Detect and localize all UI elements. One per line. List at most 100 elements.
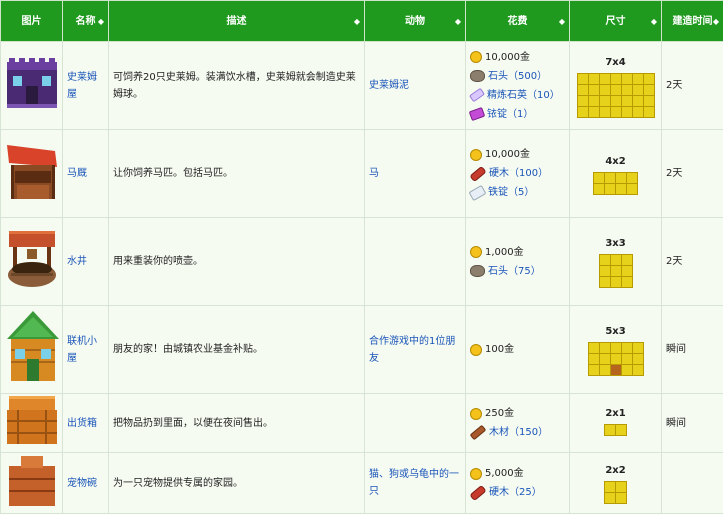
table-row: 联机小屋 朋友的家！由城镇农业基金补贴。 合作游戏中的1位朋友 100金 5x3… <box>1 306 723 394</box>
animals-cell: 猫、狗或乌龟中的一只 <box>365 453 466 514</box>
building-name-link[interactable]: 联机小屋 <box>67 336 97 364</box>
building-name-cell: 联机小屋 <box>63 306 109 394</box>
building-description: 可饲养20只史莱姆。装满饮水槽，史莱姆就会制造史莱姆球。 <box>113 72 356 100</box>
cost-item: 10,000金 <box>470 145 565 164</box>
cost-item: 铁锭（5） <box>470 183 565 202</box>
animals-link[interactable]: 合作游戏中的1位朋友 <box>369 336 455 364</box>
header-description[interactable]: 描述◆ <box>109 1 365 42</box>
cost-item: 250金 <box>470 404 565 423</box>
building-picture-cell <box>1 130 63 218</box>
building-description: 为一只宠物提供专属的家园。 <box>113 478 243 489</box>
header-size[interactable]: 尺寸◆ <box>570 1 662 42</box>
header-picture: 图片 <box>1 1 63 42</box>
building-name-link[interactable]: 出货箱 <box>67 418 97 429</box>
iridium-bar-icon[interactable] <box>469 107 486 121</box>
sort-icon[interactable]: ◆ <box>354 14 360 29</box>
table-row: 史莱姆屋 可饲养20只史莱姆。装满饮水槽，史莱姆就会制造史莱姆球。 史莱姆泥 1… <box>1 42 723 130</box>
cost-item: 10,000金 <box>470 48 565 67</box>
buildings-table: 图片 名称◆ 描述◆ 动物◆ 花费◆ 尺寸◆ 建造时间◆ <box>0 0 723 514</box>
build-time-cell: 2天 <box>662 130 723 218</box>
description-cell: 让你饲养马匹。包括马匹。 <box>109 130 365 218</box>
building-name-link[interactable]: 马厩 <box>67 168 87 179</box>
sort-icon[interactable]: ◆ <box>455 14 461 29</box>
building-name-cell: 出货箱 <box>63 394 109 453</box>
description-cell: 可饲养20只史莱姆。装满饮水槽，史莱姆就会制造史莱姆球。 <box>109 42 365 130</box>
description-cell: 用来重装你的喷壶。 <box>109 218 365 306</box>
cost-cell: 1,000金 石头（75） <box>466 218 570 306</box>
hardwood-icon[interactable] <box>469 484 486 500</box>
cost-cell: 10,000金 硬木（100） 铁锭（5） <box>466 130 570 218</box>
building-picture-cell <box>1 453 63 514</box>
table-row: 宠物碗 为一只宠物提供专属的家园。 猫、狗或乌龟中的一只 5,000金 硬木（2… <box>1 453 723 514</box>
table-row: 水井 用来重装你的喷壶。 1,000金 石头（75） 3x3 2天 <box>1 218 723 306</box>
refined-quartz-icon[interactable] <box>469 88 485 103</box>
slime-hutch-image[interactable] <box>5 56 59 110</box>
build-time-cell <box>662 453 723 514</box>
build-time-cell: 瞬间 <box>662 394 723 453</box>
description-cell: 朋友的家！由城镇农业基金补贴。 <box>109 306 365 394</box>
building-name-cell: 宠物碗 <box>63 453 109 514</box>
stable-image[interactable] <box>5 141 59 201</box>
size-label: 2x2 <box>574 462 657 479</box>
size-cell: 4x2 <box>570 130 662 218</box>
stone-icon[interactable] <box>470 265 485 277</box>
well-image[interactable] <box>5 229 59 289</box>
sort-icon[interactable]: ◆ <box>651 14 657 29</box>
gold-coin-icon <box>470 149 482 161</box>
header-row: 图片 名称◆ 描述◆ 动物◆ 花费◆ 尺寸◆ 建造时间◆ <box>1 1 723 42</box>
description-cell: 为一只宠物提供专属的家园。 <box>109 453 365 514</box>
header-build-time[interactable]: 建造时间◆ <box>662 1 723 42</box>
footprint-grid <box>593 172 638 195</box>
hardwood-icon[interactable] <box>469 165 486 181</box>
size-label: 7x4 <box>574 54 657 71</box>
building-picture-cell <box>1 394 63 453</box>
sort-icon[interactable]: ◆ <box>559 14 565 29</box>
cost-item: 硬木（100） <box>470 164 565 183</box>
size-label: 4x2 <box>574 153 657 170</box>
header-cost[interactable]: 花费◆ <box>466 1 570 42</box>
animals-link[interactable]: 猫、狗或乌龟中的一只 <box>369 469 459 497</box>
size-label: 5x3 <box>574 323 657 340</box>
size-label: 3x3 <box>574 235 657 252</box>
animals-cell: 史莱姆泥 <box>365 42 466 130</box>
building-name-cell: 史莱姆屋 <box>63 42 109 130</box>
building-description: 朋友的家！由城镇农业基金补贴。 <box>113 344 263 355</box>
gold-coin-icon <box>470 408 482 420</box>
building-name-link[interactable]: 宠物碗 <box>67 478 97 489</box>
iron-bar-icon[interactable] <box>469 184 487 200</box>
sort-icon[interactable]: ◆ <box>98 14 104 29</box>
cabin-image[interactable] <box>5 309 61 385</box>
build-time-cell: 2天 <box>662 42 723 130</box>
building-name-cell: 马厩 <box>63 130 109 218</box>
building-picture-cell <box>1 42 63 130</box>
cost-item: 石头（75） <box>470 262 565 281</box>
header-animals[interactable]: 动物◆ <box>365 1 466 42</box>
cost-item: 石头（500） <box>470 67 565 86</box>
building-name-link[interactable]: 水井 <box>67 256 87 267</box>
animals-link[interactable]: 史莱姆泥 <box>369 80 409 91</box>
building-picture-cell <box>1 306 63 394</box>
animals-link[interactable]: 马 <box>369 168 379 179</box>
building-picture-cell <box>1 218 63 306</box>
sort-icon[interactable]: ◆ <box>713 14 719 29</box>
gold-coin-icon <box>470 468 482 480</box>
animals-cell <box>365 394 466 453</box>
size-cell: 2x1 <box>570 394 662 453</box>
shipping-bin-image[interactable] <box>5 394 59 446</box>
stone-icon[interactable] <box>470 70 485 82</box>
cost-item: 5,000金 <box>470 464 565 483</box>
description-cell: 把物品扔到里面，以便在夜间售出。 <box>109 394 365 453</box>
animals-cell: 合作游戏中的1位朋友 <box>365 306 466 394</box>
wood-icon[interactable] <box>470 425 487 441</box>
size-label: 2x1 <box>574 405 657 422</box>
cost-cell: 250金 木材（150） <box>466 394 570 453</box>
header-name[interactable]: 名称◆ <box>63 1 109 42</box>
footprint-grid <box>588 342 644 376</box>
building-description: 让你饲养马匹。包括马匹。 <box>113 168 233 179</box>
pet-bowl-image[interactable] <box>5 454 59 506</box>
size-cell: 3x3 <box>570 218 662 306</box>
cost-item: 硬木（25） <box>470 483 565 502</box>
building-name-cell: 水井 <box>63 218 109 306</box>
building-name-link[interactable]: 史莱姆屋 <box>67 72 97 100</box>
cost-item: 木材（150） <box>470 423 565 442</box>
